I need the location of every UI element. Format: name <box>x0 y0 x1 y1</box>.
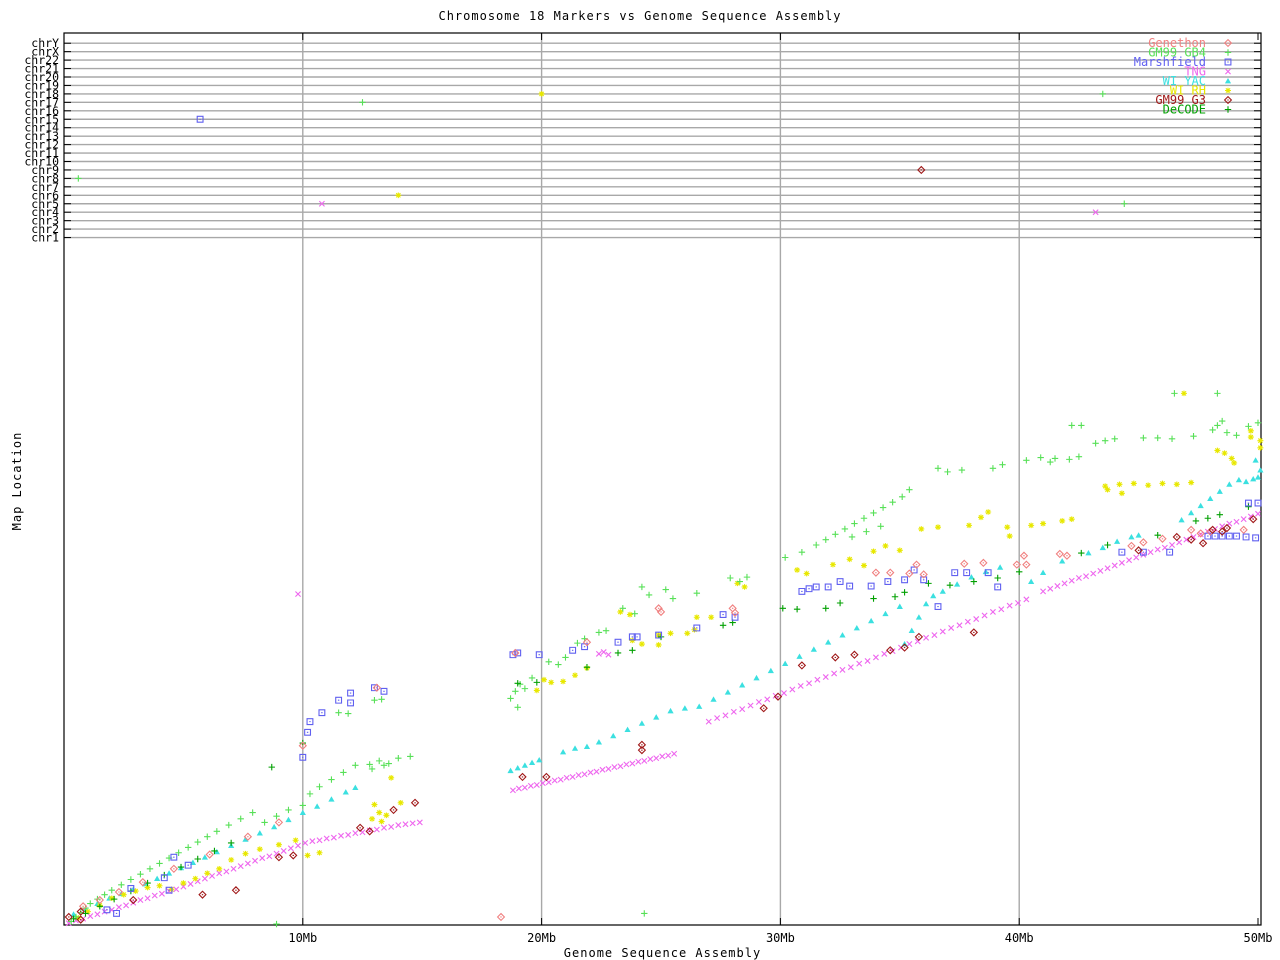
x-tick-label: 30Mb <box>766 931 795 945</box>
legend-marker-star <box>1225 88 1231 94</box>
series-wi-yac-points <box>70 457 1263 916</box>
x-gridlines <box>303 33 1019 925</box>
x-tick-label: 40Mb <box>1005 931 1034 945</box>
legend-marker-plus <box>1225 49 1231 55</box>
chart-container: Chromosome 18 Markers vs Genome Sequence… <box>0 0 1280 960</box>
legend: GenethonGM99 GB4MarshfieldTNGWI YACWI RH… <box>1134 36 1232 117</box>
series-gm99-gb4-points <box>68 390 1261 927</box>
series-decode-points <box>70 503 1251 922</box>
legend-marker-plus <box>1225 106 1231 112</box>
series-wi-rh-points <box>75 391 1263 921</box>
chromosome-band: chrYchrXchr22chr21chr20chr19chr18chr17ch… <box>24 36 1261 244</box>
series-tng-points <box>66 511 1260 926</box>
legend-marker-triangle <box>1225 78 1231 83</box>
legend-label: DeCODE <box>1163 103 1206 117</box>
x-tick-label: 10Mb <box>288 931 317 945</box>
legend-marker-cross <box>1225 69 1230 74</box>
scatter-plot: chrYchrXchr22chr21chr20chr19chr18chr17ch… <box>0 0 1280 960</box>
chromosome-tick-label: chr1 <box>31 231 59 245</box>
x-tick-label: 50Mb <box>1244 931 1273 945</box>
plot-frame <box>64 33 1261 925</box>
series-marshfield-points <box>104 500 1261 916</box>
x-tick-label: 20Mb <box>527 931 556 945</box>
